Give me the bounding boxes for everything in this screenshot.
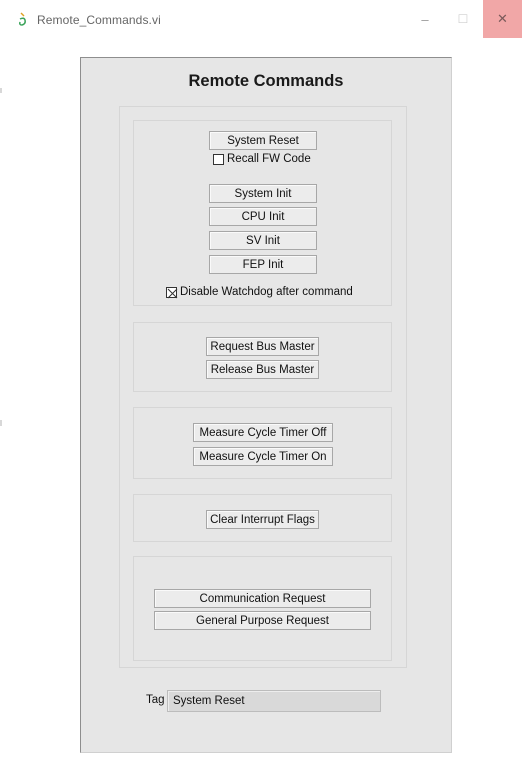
bus-master-group [133,322,392,392]
system-init-button[interactable]: System Init [209,184,317,203]
maximize-icon: ☐ [457,12,469,26]
system-reset-button[interactable]: System Reset [209,131,317,150]
close-icon: ✕ [497,11,508,26]
close-button[interactable]: ✕ [483,0,522,38]
cycle-timer-group [133,407,392,479]
tag-label: Tag [146,694,165,706]
tag-indicator: System Reset [167,690,381,712]
disable-watchdog-checkbox-row[interactable]: Disable Watchdog after command [166,286,353,298]
front-panel: Remote Commands System Reset Recall FW C… [80,57,452,753]
window-title: Remote_Commands.vi [37,13,161,27]
title-bar: Remote_Commands.vi – ☐ ✕ [0,0,522,38]
recall-fw-code-checkbox[interactable] [213,153,224,165]
labview-app-icon [19,12,26,26]
communication-request-button[interactable]: Communication Request [154,589,371,608]
clear-interrupt-flags-button[interactable]: Clear Interrupt Flags [206,510,319,529]
fep-init-button[interactable]: FEP Init [209,255,317,274]
minimize-button[interactable]: – [407,0,443,38]
window-edge-mark [0,420,2,426]
release-bus-master-button[interactable]: Release Bus Master [206,360,319,379]
recall-fw-code-checkbox-row[interactable]: Recall FW Code [213,153,311,165]
requests-group [133,556,392,661]
checked-x-icon [167,288,178,298]
disable-watchdog-checkbox[interactable] [166,286,178,298]
cpu-init-button[interactable]: CPU Init [209,207,317,226]
request-bus-master-button[interactable]: Request Bus Master [206,337,319,356]
general-purpose-request-button[interactable]: General Purpose Request [154,611,371,630]
measure-cycle-timer-off-button[interactable]: Measure Cycle Timer Off [193,423,333,442]
window-edge-mark [0,88,2,93]
panel-title: Remote Commands [188,72,344,90]
sv-init-button[interactable]: SV Init [209,231,317,250]
measure-cycle-timer-on-button[interactable]: Measure Cycle Timer On [193,447,333,466]
recall-fw-code-label: Recall FW Code [227,153,311,165]
minimize-icon: – [421,11,429,27]
maximize-button[interactable]: ☐ [445,0,481,38]
disable-watchdog-label: Disable Watchdog after command [180,286,353,298]
